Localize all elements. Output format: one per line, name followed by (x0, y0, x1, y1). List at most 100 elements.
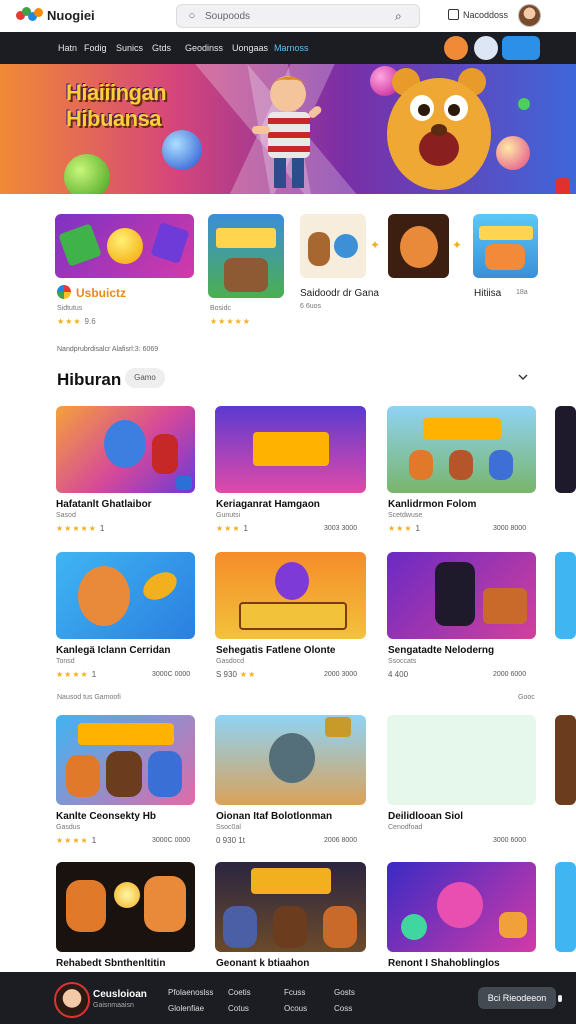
search-icon: ○ (188, 10, 196, 22)
rating-count-text: 0 930 1t (216, 836, 245, 845)
bottom-sub: Gaisnmaaisn (93, 1002, 134, 1009)
game-title: Sehegatis Fatlene Olonte (216, 645, 336, 656)
rating-count: 1 (91, 670, 97, 679)
game-card[interactable] (56, 715, 195, 805)
bottom-action-button[interactable]: Bci Rieodeeon (478, 987, 556, 1009)
rating-count: 9.6 (84, 317, 96, 326)
game-sub: Ssoc0al (216, 824, 241, 831)
rating-stars: ★★★ 1 (388, 524, 420, 533)
game-card[interactable] (555, 862, 576, 952)
featured-card[interactable] (388, 214, 449, 278)
user-avatar[interactable] (518, 4, 541, 27)
game-card[interactable] (56, 552, 195, 639)
hero-title-line2: Hibuansa (66, 106, 162, 131)
nav-item[interactable]: Gtds (152, 43, 171, 53)
featured-sub: Bosidc (210, 305, 232, 312)
game-sub: Tonsd (56, 658, 75, 665)
featured-card[interactable] (300, 214, 366, 278)
rating-count: 0 930 1t (216, 836, 245, 845)
featured-card[interactable] (55, 214, 194, 278)
game-title: Keriaganrat Hamgaon (216, 499, 320, 510)
game-card[interactable] (215, 552, 366, 639)
nav-item[interactable]: Uongaas (232, 43, 268, 53)
featured-title: Usbuictz (76, 286, 127, 300)
footer-link[interactable]: Fcuss (284, 988, 305, 997)
game-sub: Gunutsi (216, 512, 241, 519)
footer-link[interactable]: Coss (334, 1004, 352, 1013)
rating-stars: S 930 ★★ (216, 670, 257, 679)
bear-character (387, 68, 491, 190)
nav-item[interactable]: Geodinss (185, 43, 223, 53)
game-sub: Gasdus (56, 824, 81, 831)
search-submit-icon[interactable]: ⌕ (395, 9, 413, 24)
cart-button[interactable] (502, 36, 540, 60)
rating-stars: ★★★★★ 1 (56, 524, 105, 533)
game-sub: Gasdocd (216, 658, 245, 665)
footer-link[interactable]: Ocous (284, 1004, 307, 1013)
footer-link[interactable]: Pfolaenoslss (168, 988, 213, 997)
footer-link[interactable]: Gosts (334, 988, 355, 997)
game-card[interactable] (387, 552, 536, 639)
game-card[interactable] (387, 406, 536, 493)
search-bar[interactable]: ○ Soupoods ⌕ (176, 4, 420, 28)
green-orb (64, 154, 110, 194)
top-bar: Nuogiei ○ Soupoods ⌕ Nacoddoss (0, 0, 576, 32)
profile-icon[interactable] (474, 36, 498, 60)
game-card[interactable] (215, 862, 366, 952)
section-chip[interactable]: Gamo (125, 368, 165, 388)
game-sub: Ssoccats (388, 658, 417, 665)
game-title: Oionan Itaf Bolotlonman (216, 811, 333, 822)
featured-logo-icon (57, 285, 71, 299)
featured-title: Saidoodr dr Gana (300, 288, 379, 299)
game-card[interactable] (555, 715, 576, 805)
side-tab[interactable] (556, 178, 570, 194)
bottom-avatar[interactable] (54, 982, 90, 1018)
nav-bar: Hatn Fodig Sunics Gtds Geodinss Uongaas … (0, 32, 576, 64)
featured-sub: 6 6uos (300, 303, 322, 310)
rating-stars: ★★★★ 1 (56, 670, 97, 679)
game-title: Deilidlooan Siol (388, 811, 464, 822)
game-card[interactable] (387, 862, 536, 952)
game-card[interactable] (56, 406, 195, 493)
game-card[interactable] (555, 406, 576, 493)
bottom-bar: Ceusloioan Gaisnmaaisn Pfolaenoslss Coet… (0, 972, 576, 1024)
kid-character (252, 76, 322, 188)
account-label: Nacoddoss (463, 9, 509, 20)
nav-item[interactable]: Fodig (84, 43, 107, 53)
section-divider-link[interactable]: Gooc (518, 694, 535, 701)
footer-link[interactable]: Coetis (228, 988, 251, 997)
game-title: Sengatadte Neloderng (388, 645, 495, 656)
game-card[interactable] (215, 406, 366, 493)
hero-banner[interactable]: Hiaiiingan Hibuansa (0, 64, 576, 194)
featured-card[interactable] (208, 214, 284, 298)
nav-item[interactable]: Hatn (58, 43, 77, 53)
game-price: 3000 6000 (493, 837, 527, 844)
footer-link[interactable]: Cotus (228, 1004, 249, 1013)
game-card[interactable] (555, 552, 576, 639)
game-title: Kanlte Ceonsekty Hb (56, 811, 157, 822)
meta-line: Nandprubrdisalcr Alafisrl:3: 6069 (57, 346, 159, 353)
game-title: Geonant k btiaahon (216, 958, 310, 969)
sparkle-icon: ✦ (452, 238, 463, 252)
rating-stars: ★★★★★ (210, 317, 251, 326)
nav-item[interactable]: Sunics (116, 43, 143, 53)
game-card[interactable] (387, 715, 536, 805)
game-price: 2000 3000 (324, 671, 358, 678)
scroll-indicator[interactable] (558, 995, 562, 1002)
game-title: Rehabedt Sbnthenltitin (56, 958, 166, 969)
logo[interactable]: Nuogiei (16, 6, 95, 24)
account-link[interactable]: Nacoddoss (448, 9, 508, 20)
game-card[interactable] (56, 862, 195, 952)
chevron-down-icon[interactable] (518, 372, 528, 382)
game-price: 2006 8000 (324, 837, 358, 844)
game-card[interactable] (215, 715, 366, 805)
featured-card[interactable] (473, 214, 538, 278)
account-icon (448, 9, 459, 20)
rating-stars: ★★★★ 1 (56, 836, 97, 845)
nav-item-active[interactable]: Marnoss (274, 43, 309, 53)
coin-icon[interactable] (444, 36, 468, 60)
game-title: Renont I Shahoblinglos (388, 958, 500, 969)
rating-count: 1 (415, 524, 420, 533)
search-input[interactable]: Soupoods (205, 11, 395, 22)
footer-link[interactable]: Glolenfiae (168, 1004, 204, 1013)
